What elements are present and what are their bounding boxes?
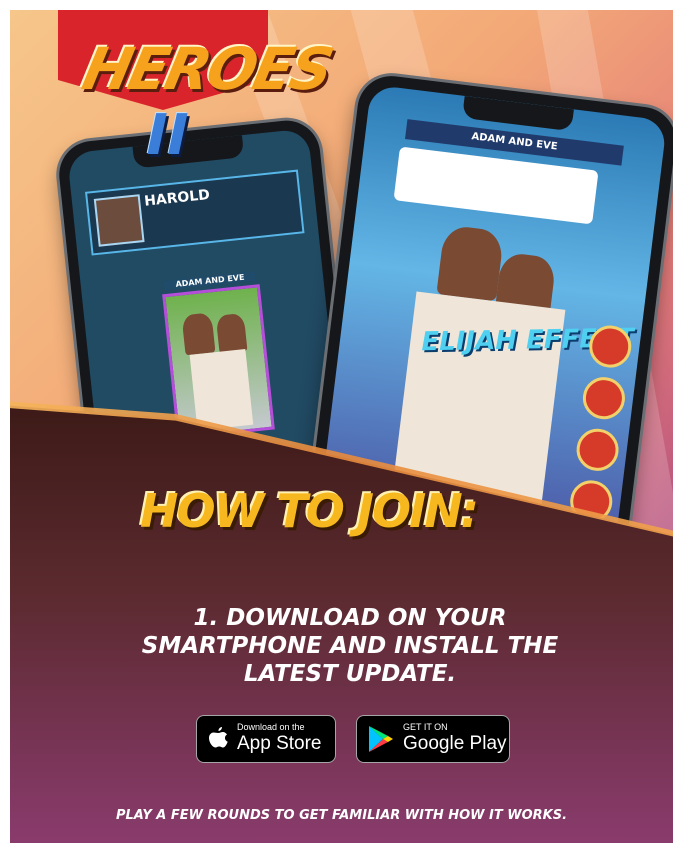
hero-figure xyxy=(436,224,505,302)
google-play-big-label: Google Play xyxy=(403,733,507,754)
game-logo-numeral: II xyxy=(139,103,195,168)
player-card: HAROLD xyxy=(84,169,305,256)
player-name: HAROLD xyxy=(143,186,211,210)
page: HAROLD ADAM AND EVE ADAM AND EVE ELIJAH xyxy=(0,0,680,853)
hero-robe xyxy=(189,349,254,431)
app-store-small-label: Download on the xyxy=(237,722,305,732)
player-avatar xyxy=(93,194,145,247)
hero-card-title: ADAM AND EVE xyxy=(163,271,257,291)
app-store-big-label: App Store xyxy=(237,733,322,754)
footer-instruction: PLAY A FEW ROUNDS TO GET FAMILIAR WITH H… xyxy=(115,808,568,823)
hero-figure xyxy=(215,312,248,354)
apple-icon xyxy=(209,727,228,748)
power-action-button[interactable] xyxy=(574,426,621,474)
app-store-button[interactable]: Download on the App Store xyxy=(196,715,336,763)
google-play-small-label: GET IT ON xyxy=(403,722,448,732)
step-instruction: 1. DOWNLOAD ON YOUR SMARTPHONE AND INSTA… xyxy=(141,605,559,687)
promo-poster: HAROLD ADAM AND EVE ADAM AND EVE ELIJAH xyxy=(10,10,673,843)
emoji-action-button[interactable] xyxy=(580,374,628,422)
game-logo-title: HEROES xyxy=(76,35,337,103)
how-to-join-heading: HOW TO JOIN: xyxy=(140,484,479,538)
phone-notch xyxy=(462,95,574,132)
hero-figure xyxy=(181,312,216,356)
google-play-icon xyxy=(369,726,393,752)
google-play-button[interactable]: GET IT ON Google Play xyxy=(356,715,510,763)
